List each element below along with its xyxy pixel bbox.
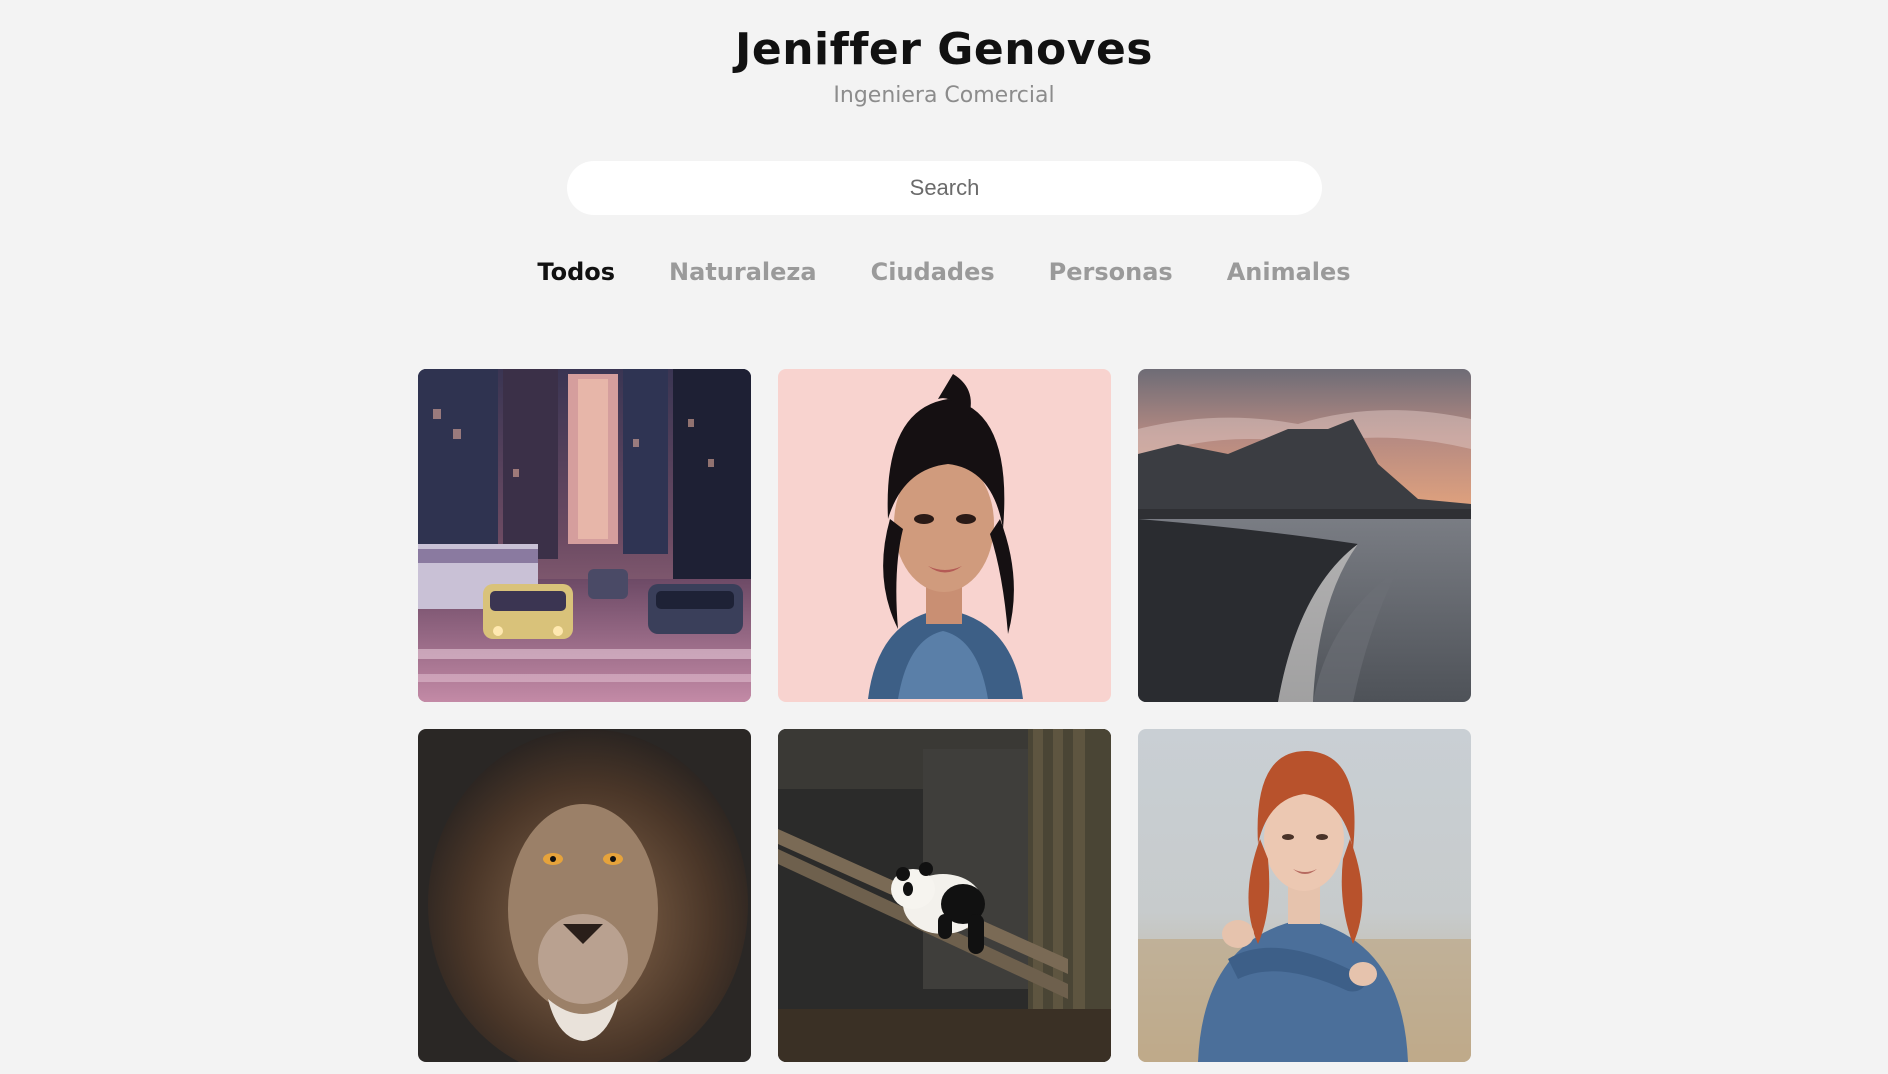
page: Jeniffer Genoves Ingeniera Comercial Tod…: [0, 0, 1888, 1074]
profile-role: Ingeniera Comercial: [833, 83, 1055, 108]
gallery-item-city[interactable]: [418, 369, 751, 702]
woman-portrait-image: [778, 369, 1111, 702]
gallery-item-lion[interactable]: [418, 729, 751, 1062]
filter-animales[interactable]: Animales: [1227, 255, 1351, 289]
filter-todos[interactable]: Todos: [537, 255, 615, 289]
mountain-coast-image: [1138, 369, 1471, 702]
gallery-item-mountain[interactable]: [1138, 369, 1471, 702]
filter-personas[interactable]: Personas: [1049, 255, 1173, 289]
search-bar: [567, 161, 1322, 215]
search-input[interactable]: [567, 161, 1322, 215]
filter-naturaleza[interactable]: Naturaleza: [669, 255, 817, 289]
panda-image: [778, 729, 1111, 1062]
profile-name: Jeniffer Genoves: [735, 24, 1153, 75]
gallery-item-panda[interactable]: [778, 729, 1111, 1062]
profile-header: Jeniffer Genoves Ingeniera Comercial: [0, 20, 1888, 112]
city-street-image: [418, 369, 751, 702]
image-gallery: [418, 369, 1471, 1062]
gallery-item-woman-pink[interactable]: [778, 369, 1111, 702]
filter-ciudades[interactable]: Ciudades: [871, 255, 995, 289]
gallery-item-redhead[interactable]: [1138, 729, 1471, 1062]
lion-image: [418, 729, 751, 1062]
filter-tabs: Todos Naturaleza Ciudades Personas Anima…: [0, 255, 1888, 289]
redhead-woman-image: [1138, 729, 1471, 1062]
